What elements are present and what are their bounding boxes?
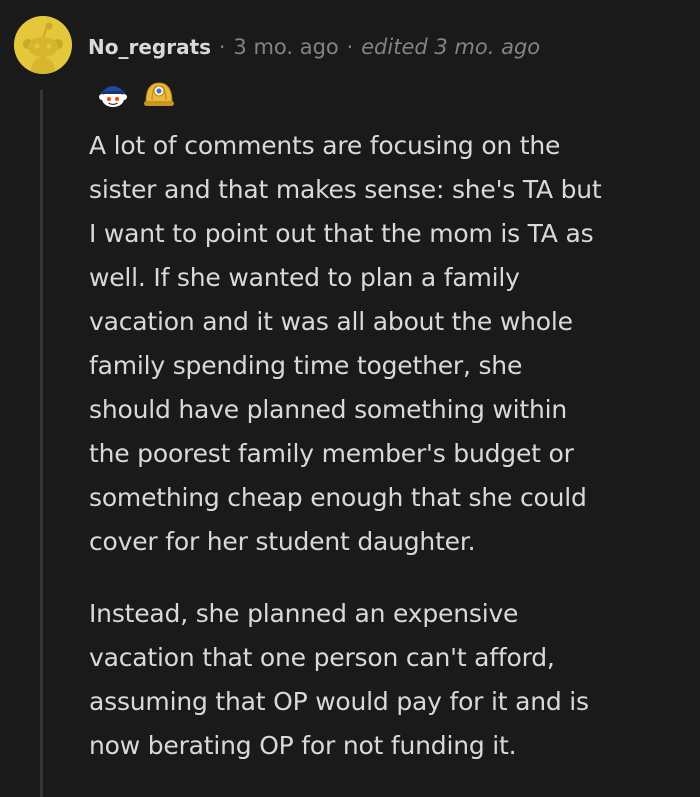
- comment-paragraph: Instead, she planned an expensive vacati…: [89, 599, 589, 760]
- edited-label: edited 3 mo. ago: [361, 35, 541, 59]
- meta-separator: ·: [219, 35, 226, 59]
- timestamp-link[interactable]: 3 mo. ago: [233, 32, 338, 62]
- awards-row: [96, 78, 176, 112]
- comment-meta: No_regrats · 3 mo. ago · edited 3 mo. ag…: [88, 32, 540, 62]
- gold-helmet-award-icon[interactable]: [142, 78, 176, 112]
- comment-paragraph: A lot of comments are focusing on the si…: [89, 131, 602, 556]
- comment-body: A lot of comments are focusing on the si…: [89, 124, 689, 768]
- thread-collapse-line[interactable]: [40, 90, 43, 797]
- comment: No_regrats · 3 mo. ago · edited 3 mo. ag…: [0, 0, 700, 797]
- reddit-snoo-avatar-icon: [14, 16, 72, 74]
- snoo-cap-award-icon[interactable]: [96, 78, 130, 112]
- user-avatar[interactable]: [14, 16, 72, 74]
- meta-separator: ·: [346, 35, 354, 59]
- username-link[interactable]: No_regrats: [88, 32, 211, 62]
